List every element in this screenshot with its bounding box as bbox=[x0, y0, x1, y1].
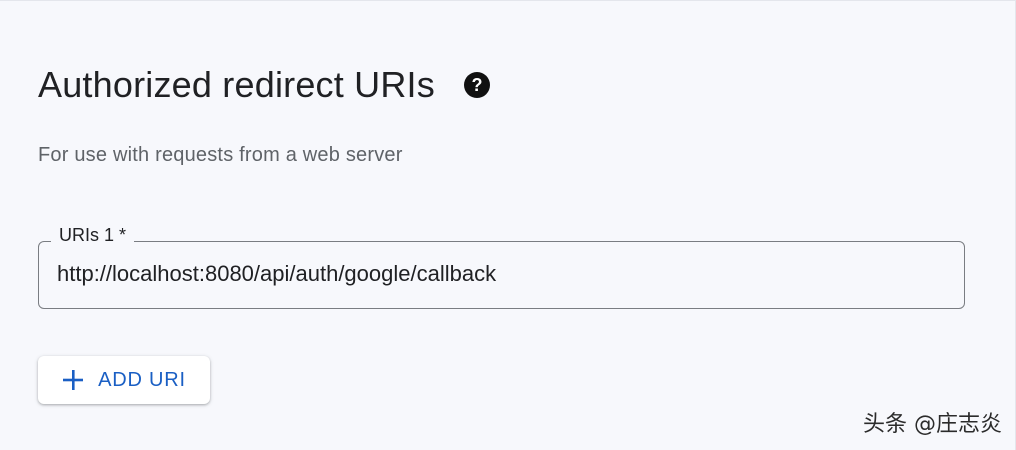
help-circle-icon[interactable]: ? bbox=[463, 71, 491, 99]
add-uri-label: ADD URI bbox=[98, 368, 186, 391]
svg-text:?: ? bbox=[471, 75, 482, 95]
add-uri-button[interactable]: ADD URI bbox=[38, 356, 210, 404]
redirect-uris-panel: Authorized redirect URIs ? For use with … bbox=[0, 0, 1016, 450]
uri-input[interactable] bbox=[57, 256, 937, 292]
plus-icon bbox=[62, 369, 84, 391]
watermark: 头条 @庄志炎 bbox=[863, 412, 1002, 437]
uri-field[interactable]: URIs 1 * bbox=[38, 225, 965, 309]
section-header: Authorized redirect URIs ? bbox=[38, 59, 491, 111]
uri-field-label: URIs 1 * bbox=[51, 225, 135, 246]
section-subtitle: For use with requests from a web server bbox=[38, 144, 403, 166]
section-title: Authorized redirect URIs bbox=[38, 64, 435, 105]
